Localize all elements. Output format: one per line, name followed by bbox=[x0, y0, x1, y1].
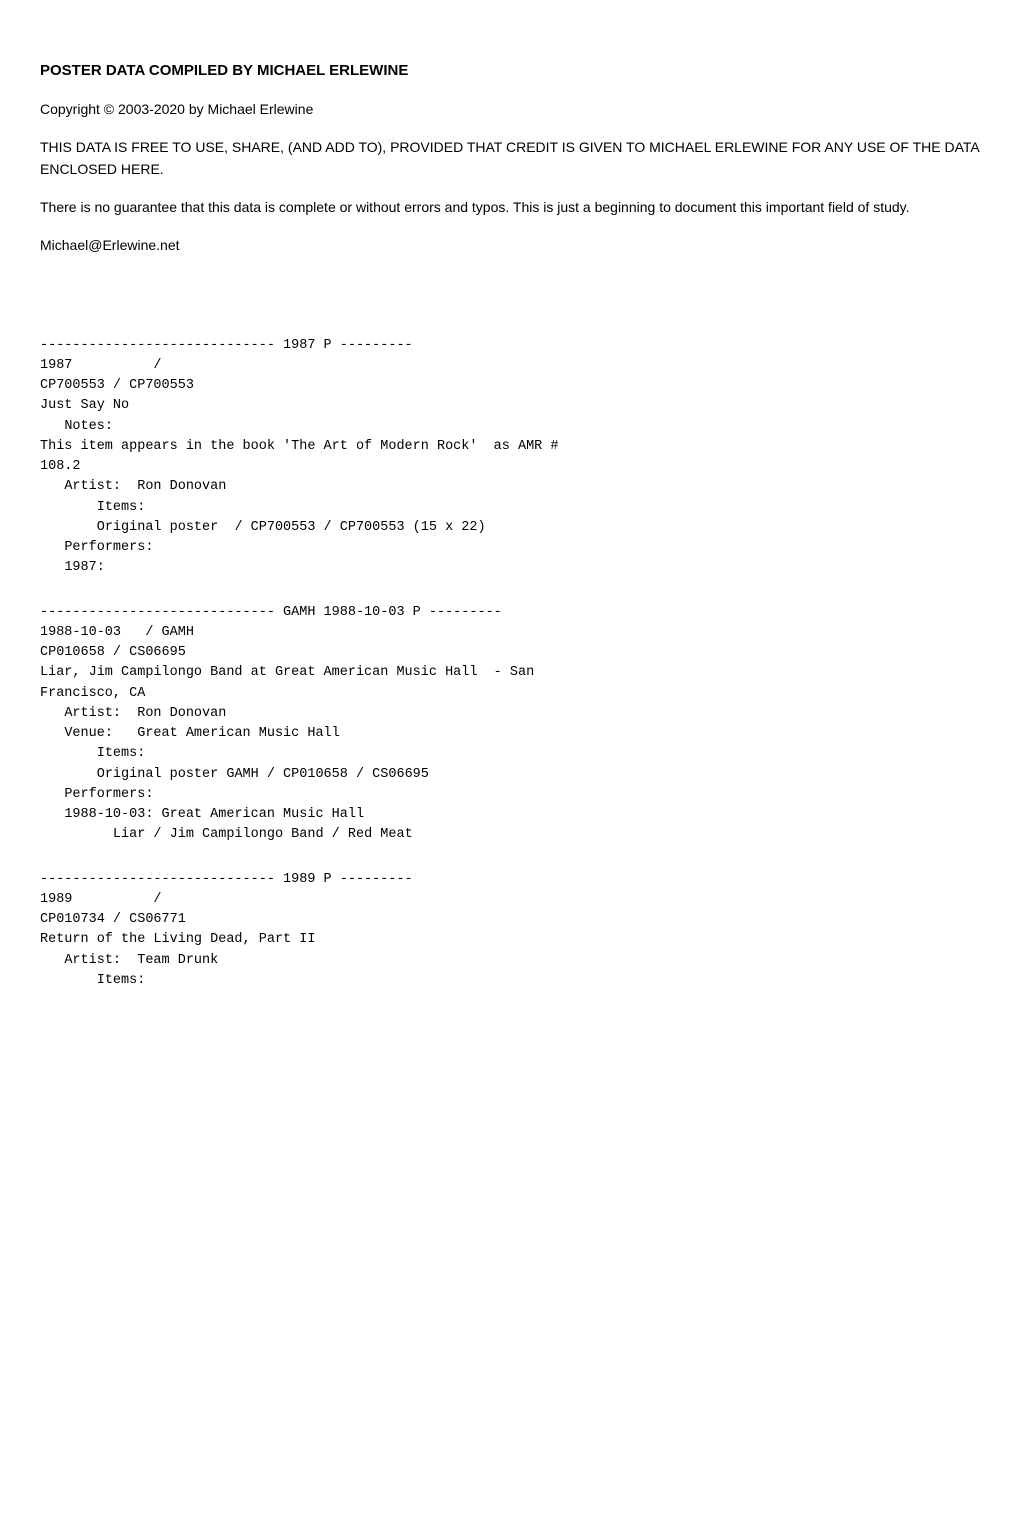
license-text: THIS DATA IS FREE TO USE, SHARE, (AND AD… bbox=[40, 136, 980, 181]
record-1989: ----------------------------- 1989 P ---… bbox=[40, 870, 980, 992]
email-text: Michael@Erlewine.net bbox=[40, 235, 980, 256]
disclaimer-text: There is no guarantee that this data is … bbox=[40, 196, 980, 218]
page-title: POSTER DATA COMPILED BY MICHAEL ERLEWINE bbox=[40, 60, 980, 83]
record-gamh: ----------------------------- GAMH 1988-… bbox=[40, 603, 980, 846]
spacer bbox=[40, 296, 980, 336]
copyright-text: Copyright © 2003-2020 by Michael Erlewin… bbox=[40, 99, 980, 120]
record-1987: ----------------------------- 1987 P ---… bbox=[40, 336, 980, 579]
